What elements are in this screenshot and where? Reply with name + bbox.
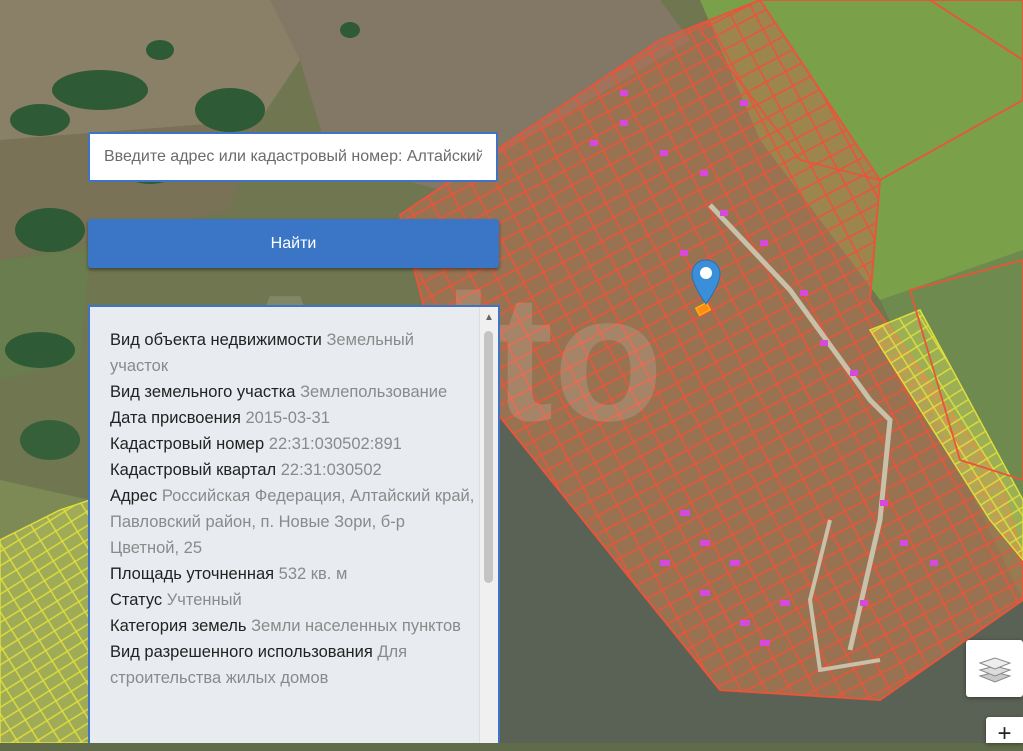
info-label: Площадь уточненная xyxy=(110,565,275,583)
info-label: Вид разрешенного использования xyxy=(110,643,373,661)
info-row-permitted-use: Вид разрешенного использования Для строи… xyxy=(110,639,475,691)
info-row-parcel-type: Вид земельного участка Землепользование xyxy=(110,379,475,405)
find-button[interactable]: Найти xyxy=(88,219,499,268)
map-pin-icon[interactable] xyxy=(690,258,722,306)
info-row-cadastral-quarter: Кадастровый квартал 22:31:030502 xyxy=(110,457,475,483)
info-value: Земли населенных пунктов xyxy=(251,617,461,635)
chevron-up-icon[interactable]: ▲ xyxy=(480,311,498,325)
info-label: Адрес xyxy=(110,487,158,505)
info-label: Категория земель xyxy=(110,617,247,635)
info-scrollbar[interactable]: ▲ xyxy=(479,307,498,743)
info-row-status: Статус Учтенный xyxy=(110,587,475,613)
info-label: Кадастровый квартал xyxy=(110,461,277,479)
info-row-object-type: Вид объекта недвижимости Земельный участ… xyxy=(110,327,475,379)
search-input[interactable] xyxy=(90,134,496,180)
info-row-land-category: Категория земель Земли населенных пункто… xyxy=(110,613,475,639)
scroll-thumb[interactable] xyxy=(484,331,493,583)
info-label: Вид земельного участка xyxy=(110,383,296,401)
info-label: Статус xyxy=(110,591,163,609)
info-panel: Вид объекта недвижимости Земельный участ… xyxy=(88,305,500,743)
info-value: Землепользование xyxy=(300,383,448,401)
info-value: Учтенный xyxy=(166,591,242,609)
info-row-area: Площадь уточненная 532 кв. м xyxy=(110,561,475,587)
info-value: 2015-03-31 xyxy=(245,409,330,427)
layers-button[interactable] xyxy=(966,640,1023,697)
info-row-cadastral-number: Кадастровый номер 22:31:030502:891 xyxy=(110,431,475,457)
info-value: 532 кв. м xyxy=(278,565,348,583)
info-label: Дата присвоения xyxy=(110,409,241,427)
info-content: Вид объекта недвижимости Земельный участ… xyxy=(110,327,475,691)
info-row-date: Дата присвоения 2015-03-31 xyxy=(110,405,475,431)
search-box xyxy=(88,132,498,182)
layers-icon xyxy=(977,656,1012,683)
info-label: Вид объекта недвижимости xyxy=(110,331,322,349)
info-row-address: Адрес Российская Федерация, Алтайский кр… xyxy=(110,483,475,561)
info-label: Кадастровый номер xyxy=(110,435,265,453)
zoom-in-button[interactable]: + xyxy=(986,717,1023,747)
info-value: 22:31:030502:891 xyxy=(268,435,402,453)
info-value: Российская Федерация, Алтайский край, Па… xyxy=(110,487,475,557)
info-value: 22:31:030502 xyxy=(280,461,382,479)
